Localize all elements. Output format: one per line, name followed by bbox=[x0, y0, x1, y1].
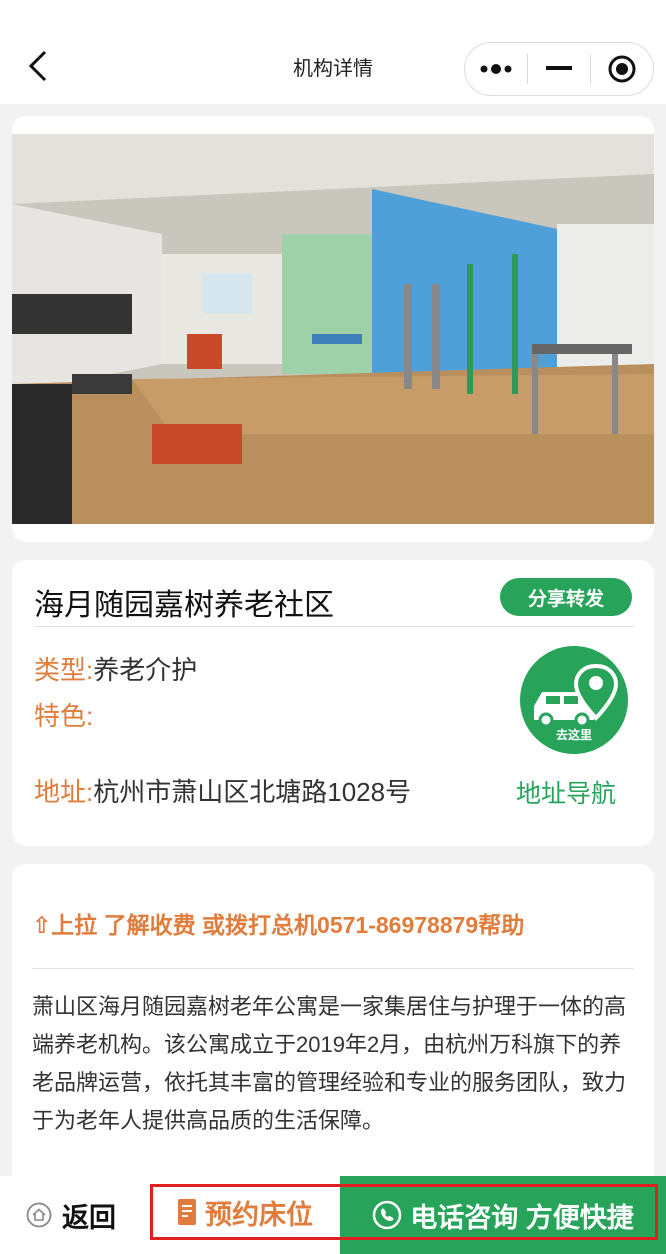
info-card: 海月随园嘉树养老社区 分享转发 类型:养老介护 特色: 去这里 地址:杭州市萧山… bbox=[12, 560, 654, 846]
car-location-icon[interactable]: 去这里 bbox=[520, 646, 628, 754]
minimize-icon[interactable] bbox=[528, 43, 590, 95]
type-value: 养老介护 bbox=[93, 655, 198, 685]
phone-consult-label: 电话咨询 方便快捷 bbox=[410, 1202, 634, 1233]
address-navigation-link[interactable]: 地址导航 bbox=[516, 774, 616, 810]
bottom-action-bar: 返回 预约床位 电话咨询 方便快捷 bbox=[0, 1176, 666, 1254]
divider bbox=[32, 968, 634, 969]
address-value: 杭州市萧山区北塘路1028号 bbox=[93, 777, 412, 807]
mini-program-capsule bbox=[464, 42, 654, 96]
address-label: 地址: bbox=[34, 777, 94, 807]
feature-row: 特色: bbox=[34, 696, 93, 733]
goto-label: 去这里 bbox=[555, 728, 592, 742]
feature-label: 特色: bbox=[34, 701, 94, 731]
facility-photo bbox=[12, 134, 654, 524]
book-bed-label: 预约床位 bbox=[205, 1199, 313, 1230]
description-card: ⇧上拉 了解收费 或拨打总机0571-86978879帮助 萧山区海月随园嘉树老… bbox=[12, 864, 654, 1194]
pull-up-tip: ⇧上拉 了解收费 或拨打总机0571-86978879帮助 bbox=[32, 912, 525, 938]
divider bbox=[34, 626, 634, 627]
org-name: 海月随园嘉树养老社区 bbox=[34, 589, 334, 622]
phone-icon bbox=[372, 1200, 402, 1230]
share-button[interactable]: 分享转发 bbox=[500, 578, 632, 616]
more-dots-icon[interactable] bbox=[465, 43, 527, 95]
type-row: 类型:养老介护 bbox=[34, 650, 197, 687]
document-icon bbox=[178, 1199, 196, 1225]
back-button[interactable]: 返回 bbox=[26, 1176, 116, 1254]
address-row: 地址:杭州市萧山区北塘路1028号 bbox=[34, 772, 411, 809]
book-bed-button[interactable]: 预约床位 bbox=[150, 1180, 340, 1244]
photo-carousel[interactable] bbox=[12, 116, 654, 542]
record-icon[interactable] bbox=[591, 43, 653, 95]
home-icon bbox=[26, 1202, 52, 1228]
description-text: 萧山区海月随园嘉树老年公寓是一家集居住与护理于一体的高端养老机构。该公寓成立于2… bbox=[32, 994, 627, 1133]
type-label: 类型: bbox=[34, 655, 94, 685]
phone-consult-button[interactable]: 电话咨询 方便快捷 bbox=[340, 1176, 666, 1254]
top-navbar: 机构详情 bbox=[0, 0, 666, 104]
back-label: 返回 bbox=[62, 1202, 116, 1233]
